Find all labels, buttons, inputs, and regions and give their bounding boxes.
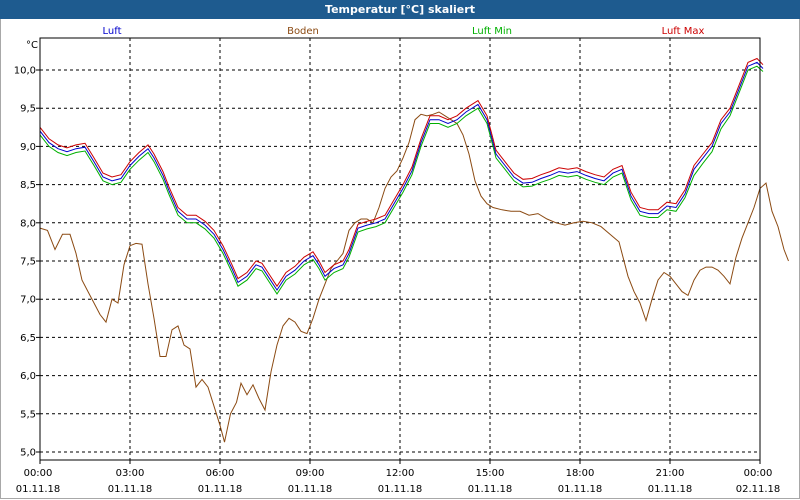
x-axis-ticks: 00:00 01.11.18 03:00 01.11.18 06:00 01.11.18 0… <box>16 460 781 495</box>
x-tick-time-label: 00:00 <box>744 468 773 479</box>
y-tick-label: 5,0 <box>20 448 36 459</box>
x-tick-time-label: 12:00 <box>386 468 415 479</box>
y-tick-label: 9,5 <box>20 104 36 115</box>
x-tick-date-label: 01.11.18 <box>288 484 333 495</box>
series-line-luft-min <box>39 65 764 295</box>
y-tick-label: 10,0 <box>14 66 36 77</box>
y-tick-label: 6,5 <box>20 333 36 344</box>
legend-entry: Boden <box>287 26 319 37</box>
x-tick-date-label: 01.11.18 <box>558 484 603 495</box>
x-tick-time-label: 09:00 <box>296 468 325 479</box>
grid-lines <box>40 38 760 460</box>
x-tick-date-label: 02.11.18 <box>736 484 781 495</box>
legend-entry: Luft Max <box>662 26 705 37</box>
x-tick-time-label: 18:00 <box>566 468 595 479</box>
y-tick-label: 5,5 <box>20 409 36 420</box>
y-tick-label: 7,5 <box>20 257 36 268</box>
x-tick-date-label: 01.11.18 <box>648 484 693 495</box>
x-tick-date-label: 01.11.18 <box>468 484 513 495</box>
legend: Luft Boden Luft Min Luft Max <box>103 26 705 37</box>
y-axis-ticks: 10,0 9,5 9,0 8,5 8,0 7,5 7,0 6,5 6,0 5,5 5,0 <box>14 66 40 459</box>
series-lines <box>39 57 789 443</box>
x-tick-time-label: 03:00 <box>116 468 145 479</box>
legend-entry: Luft Min <box>472 26 512 37</box>
series-line-luft-max <box>39 57 764 288</box>
y-tick-label: 6,0 <box>20 371 36 382</box>
x-tick-date-label: 01.11.18 <box>16 484 61 495</box>
legend-entry: Luft <box>103 26 122 37</box>
x-tick-time-label: 21:00 <box>656 468 685 479</box>
y-tick-label: 9,0 <box>20 142 36 153</box>
x-tick-date-label: 01.11.18 <box>108 484 153 495</box>
x-tick-date-label: 01.11.18 <box>378 484 423 495</box>
y-tick-label: 7,0 <box>20 295 36 306</box>
x-tick-time-label: 15:00 <box>476 468 505 479</box>
x-tick-time-label: 06:00 <box>206 468 235 479</box>
y-tick-label: 8,0 <box>20 218 36 229</box>
x-tick-time-label: 00:00 <box>24 468 53 479</box>
series-line-luft <box>39 61 764 291</box>
y-tick-label: 8,5 <box>20 180 36 191</box>
y-axis-unit-label: °C <box>26 40 38 51</box>
x-tick-date-label: 01.11.18 <box>198 484 243 495</box>
temperature-chart: 10,0 9,5 9,0 8,5 8,0 7,5 7,0 6,5 6,0 5,5 5,0 00:00… <box>14 26 789 495</box>
